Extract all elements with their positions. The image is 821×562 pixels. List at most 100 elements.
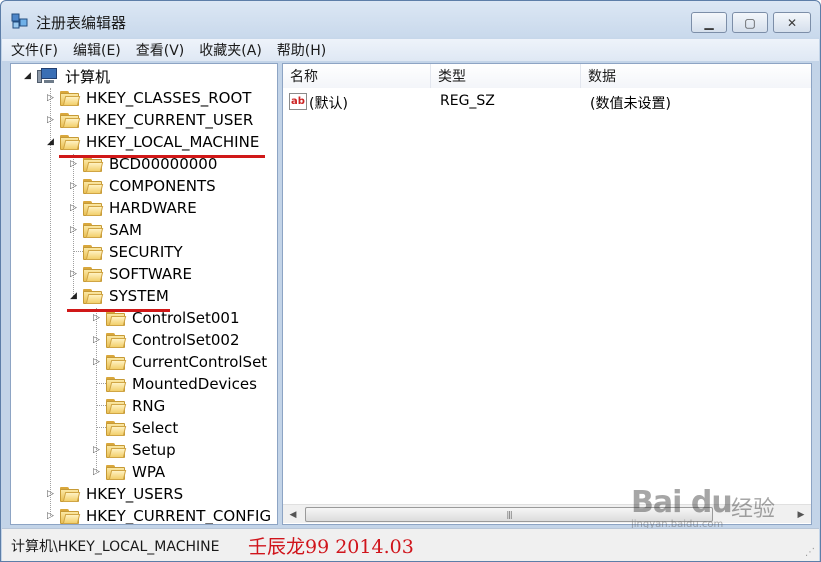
tree-item[interactable]: ▷ HARDWARE xyxy=(68,197,197,219)
close-icon: ✕ xyxy=(786,15,798,30)
window-title: 注册表编辑器 xyxy=(36,14,127,32)
registry-editor-window: 注册表编辑器 ▁ ▢ ✕ 文件(F) 编辑(E) 查看(V) 收藏夹(A) 帮助… xyxy=(0,0,821,562)
tree-item-label: HKEY_USERS xyxy=(86,485,184,503)
expand-arrow-icon[interactable]: ▷ xyxy=(45,93,56,104)
folder-icon xyxy=(83,244,104,260)
menu-favorites[interactable]: 收藏夹(A) xyxy=(199,40,262,60)
column-header-data[interactable]: 数据 xyxy=(581,64,811,88)
tree-item[interactable]: ▷ CurrentControlSet xyxy=(91,351,267,373)
expand-arrow-icon[interactable]: ▷ xyxy=(68,159,79,170)
grip-icon: ||| xyxy=(506,510,512,519)
folder-icon xyxy=(83,178,104,194)
tree-item-label: HKEY_CLASSES_ROOT xyxy=(86,89,252,107)
column-header-type[interactable]: 类型 xyxy=(431,64,581,88)
tree-item[interactable]: ◢ SYSTEM xyxy=(68,285,169,307)
tree-item[interactable]: ▷ HKEY_USERS xyxy=(45,483,183,505)
tree-item[interactable]: ▷ SAM xyxy=(68,219,142,241)
tree-item[interactable]: Select xyxy=(91,417,178,439)
expand-arrow-icon[interactable]: ▷ xyxy=(68,225,79,236)
collapse-arrow-icon[interactable]: ◢ xyxy=(45,137,56,148)
folder-icon xyxy=(83,266,104,282)
tree-root-label: 计算机 xyxy=(65,67,111,86)
title-bar: 注册表编辑器 ▁ ▢ ✕ xyxy=(1,1,820,39)
column-header-name[interactable]: 名称 xyxy=(283,64,431,88)
folder-icon xyxy=(83,222,104,238)
tree-item-label: HARDWARE xyxy=(109,199,197,217)
tree-item[interactable]: ▷ HKEY_CURRENT_USER xyxy=(45,109,253,131)
tree-item[interactable]: RNG xyxy=(91,395,165,417)
status-bar: 计算机\HKEY_LOCAL_MACHINE 壬辰龙99 2014.03 ⋰ xyxy=(2,528,819,561)
resize-grip-icon[interactable]: ⋰ xyxy=(805,547,815,558)
tree-item-label: MountedDevices xyxy=(132,375,257,393)
expand-arrow-icon[interactable]: ▷ xyxy=(91,357,102,368)
close-button[interactable]: ✕ xyxy=(773,12,811,33)
minimize-icon: ▁ xyxy=(704,15,714,30)
tree-item[interactable]: ▷ SOFTWARE xyxy=(68,263,192,285)
value-type: REG_SZ xyxy=(440,93,495,109)
baidu-jingyan-text: 经验 xyxy=(731,497,776,522)
menu-help[interactable]: 帮助(H) xyxy=(277,40,326,60)
tree-item-label: Select xyxy=(132,419,179,437)
tree-item[interactable]: ▷ COMPONENTS xyxy=(68,175,216,197)
folder-icon xyxy=(106,332,127,348)
expand-arrow-icon[interactable]: ▷ xyxy=(91,335,102,346)
computer-icon xyxy=(37,68,59,84)
tree-item[interactable]: SECURITY xyxy=(68,241,183,263)
folder-icon xyxy=(106,442,127,458)
folder-icon xyxy=(106,310,127,326)
registry-tree[interactable]: ◢ 计算机 ▷ HKEY_CLASSES_ROOT ▷ HKEY_CURRENT_US… xyxy=(10,63,278,525)
collapse-arrow-icon[interactable]: ◢ xyxy=(22,71,33,82)
value-name: (默认) xyxy=(309,96,348,112)
expand-arrow-icon[interactable]: ▷ xyxy=(91,467,102,478)
string-value-icon: ab xyxy=(289,93,307,110)
menu-edit[interactable]: 编辑(E) xyxy=(73,40,121,60)
tree-item[interactable]: ▷ HKEY_CURRENT_CONFIG xyxy=(45,505,271,524)
folder-icon xyxy=(106,354,127,370)
tree-item-label: CurrentControlSet xyxy=(132,353,268,371)
tree-item-label: SYSTEM xyxy=(109,287,169,305)
tree-item[interactable]: ◢ HKEY_LOCAL_MACHINE xyxy=(45,131,259,153)
expand-arrow-icon[interactable]: ▷ xyxy=(45,489,56,500)
folder-icon xyxy=(60,112,81,128)
tree-item[interactable]: ▷ ControlSet002 xyxy=(91,329,239,351)
tree-item-label: HKEY_CURRENT_USER xyxy=(86,111,254,129)
expand-arrow-icon[interactable]: ▷ xyxy=(68,203,79,214)
scroll-left-icon[interactable]: ◀ xyxy=(285,507,301,522)
minimize-button[interactable]: ▁ xyxy=(691,12,727,33)
collapse-arrow-icon[interactable]: ◢ xyxy=(68,291,79,302)
tree-item-label: SOFTWARE xyxy=(109,265,193,283)
tree-item[interactable]: ▷ Setup xyxy=(91,439,176,461)
list-item[interactable]: ab (默认) REG_SZ (数值未设置) xyxy=(283,91,811,113)
tree-item[interactable]: ▷ HKEY_CLASSES_ROOT xyxy=(45,87,251,109)
expand-arrow-icon[interactable]: ▷ xyxy=(68,181,79,192)
maximize-button[interactable]: ▢ xyxy=(732,12,768,33)
tree-item[interactable]: ▷ WPA xyxy=(91,461,165,483)
tree-item-label: SECURITY xyxy=(109,243,183,261)
highlight-underline xyxy=(67,309,170,312)
expand-arrow-icon[interactable]: ▷ xyxy=(45,115,56,126)
folder-icon xyxy=(106,376,127,392)
expand-arrow-icon[interactable]: ▷ xyxy=(68,269,79,280)
folder-icon xyxy=(106,464,127,480)
maximize-icon: ▢ xyxy=(744,15,756,30)
expand-arrow-icon[interactable]: ▷ xyxy=(91,445,102,456)
tree-item-label: ControlSet002 xyxy=(132,331,240,349)
tree-item-label: WPA xyxy=(132,463,166,481)
tree-item-label: COMPONENTS xyxy=(109,177,216,195)
folder-icon xyxy=(60,134,81,150)
tree-item-label: RNG xyxy=(132,397,166,415)
menu-file[interactable]: 文件(F) xyxy=(11,40,58,60)
tree-root-computer[interactable]: ◢ 计算机 xyxy=(22,65,110,87)
tree-item-label: HKEY_LOCAL_MACHINE xyxy=(86,133,260,151)
registry-app-icon xyxy=(11,13,28,29)
values-list[interactable]: 名称 类型 数据 ab (默认) REG_SZ (数值未设置) xyxy=(282,63,812,525)
tree-item[interactable]: MountedDevices xyxy=(91,373,257,395)
author-signature: 壬辰龙99 2014.03 xyxy=(248,536,414,558)
folder-icon xyxy=(60,486,81,502)
status-path: 计算机\HKEY_LOCAL_MACHINE xyxy=(11,539,220,555)
expand-arrow-icon[interactable]: ▷ xyxy=(91,313,102,324)
expand-arrow-icon[interactable]: ▷ xyxy=(45,511,56,522)
menu-view[interactable]: 查看(V) xyxy=(136,40,185,60)
